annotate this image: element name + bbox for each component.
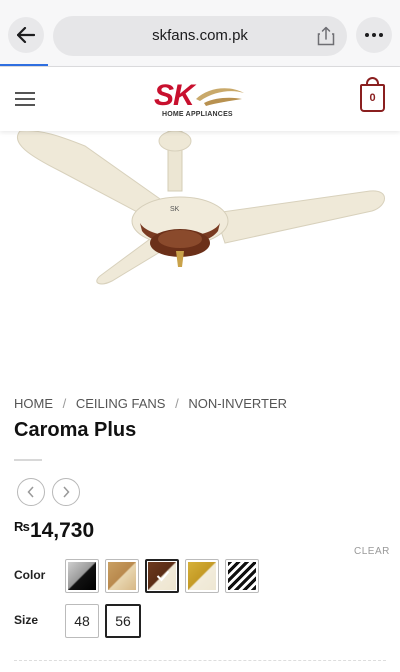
chevron-right-icon [63,486,70,498]
next-product-button[interactable] [52,478,80,506]
size-option-56[interactable]: 56 [105,604,141,638]
breadcrumb-ceiling-fans[interactable]: CEILING FANS [76,396,166,411]
svg-text:SK: SK [170,206,180,213]
hamburger-icon[interactable] [15,92,35,106]
price-amount: 14,730 [29,519,95,542]
url-text: skfans.com.pk [152,27,248,44]
color-label: Color [14,568,46,582]
site-header: SK HOME APPLIANCES 0 [0,67,400,131]
color-swatch-gold-brown[interactable] [105,559,139,593]
cart-button[interactable]: 0 [360,84,385,112]
address-bar[interactable]: skfans.com.pk [53,16,347,56]
breadcrumb: HOME / CEILING FANS / NON-INVERTER [14,396,288,411]
product-title: Caroma Plus [14,419,137,441]
logo-text: SK [154,79,195,112]
breadcrumb-non-inverter[interactable]: NON-INVERTER [188,396,287,411]
logo-subtitle: HOME APPLIANCES [162,111,233,118]
site-logo[interactable]: SK HOME APPLIANCES [150,79,250,121]
color-swatch-silver-black[interactable] [65,559,99,593]
arrow-left-icon [17,27,35,43]
product-image[interactable]: SK [0,131,400,381]
color-swatch-brown-cream[interactable] [145,559,179,593]
color-swatch-black-white-striped[interactable] [225,559,259,593]
logo-swoosh-icon [196,88,244,106]
ellipsis-icon [365,33,369,37]
more-options-button[interactable] [356,17,392,53]
product-price: ₨14,730 [14,519,94,543]
title-divider [14,459,42,461]
section-divider [14,660,386,661]
checkmark-icon [156,570,170,582]
breadcrumb-home[interactable]: HOME [14,396,53,411]
size-label: Size [14,613,39,627]
color-swatch-gold-cream[interactable] [185,559,219,593]
share-icon[interactable] [317,26,335,46]
chevron-left-icon [27,486,34,498]
size-option-48[interactable]: 48 [65,604,99,638]
clear-selection-link[interactable]: CLEAR [354,546,390,557]
cart-count: 0 [369,92,376,104]
previous-product-button[interactable] [17,478,45,506]
back-button[interactable] [8,17,44,53]
price-currency: ₨ [14,519,30,534]
browser-toolbar: skfans.com.pk [0,0,400,67]
